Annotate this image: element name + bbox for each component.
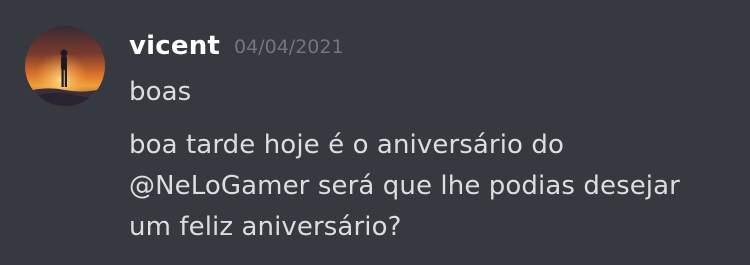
user-avatar[interactable] <box>25 26 105 106</box>
chat-message: vicent 04/04/2021 boas boa tarde hoje é o… <box>0 0 750 265</box>
avatar-image <box>25 26 105 106</box>
message-text-segment: boa tarde hoje é o aniversário do <box>129 130 565 160</box>
message-text-segment: um feliz aniversário? <box>129 212 402 242</box>
message-header: vicent 04/04/2021 <box>129 31 344 65</box>
message-timestamp: 04/04/2021 <box>234 36 344 58</box>
message-text-paragraph: boa tarde hoje é o aniversário do @NeLoG… <box>129 125 680 248</box>
username[interactable]: vicent <box>129 31 220 61</box>
user-mention[interactable]: @NeLoGamer <box>129 171 309 201</box>
message-text-line: boas <box>129 77 192 107</box>
message-text-segment: será que lhe podias desejar <box>309 171 680 201</box>
